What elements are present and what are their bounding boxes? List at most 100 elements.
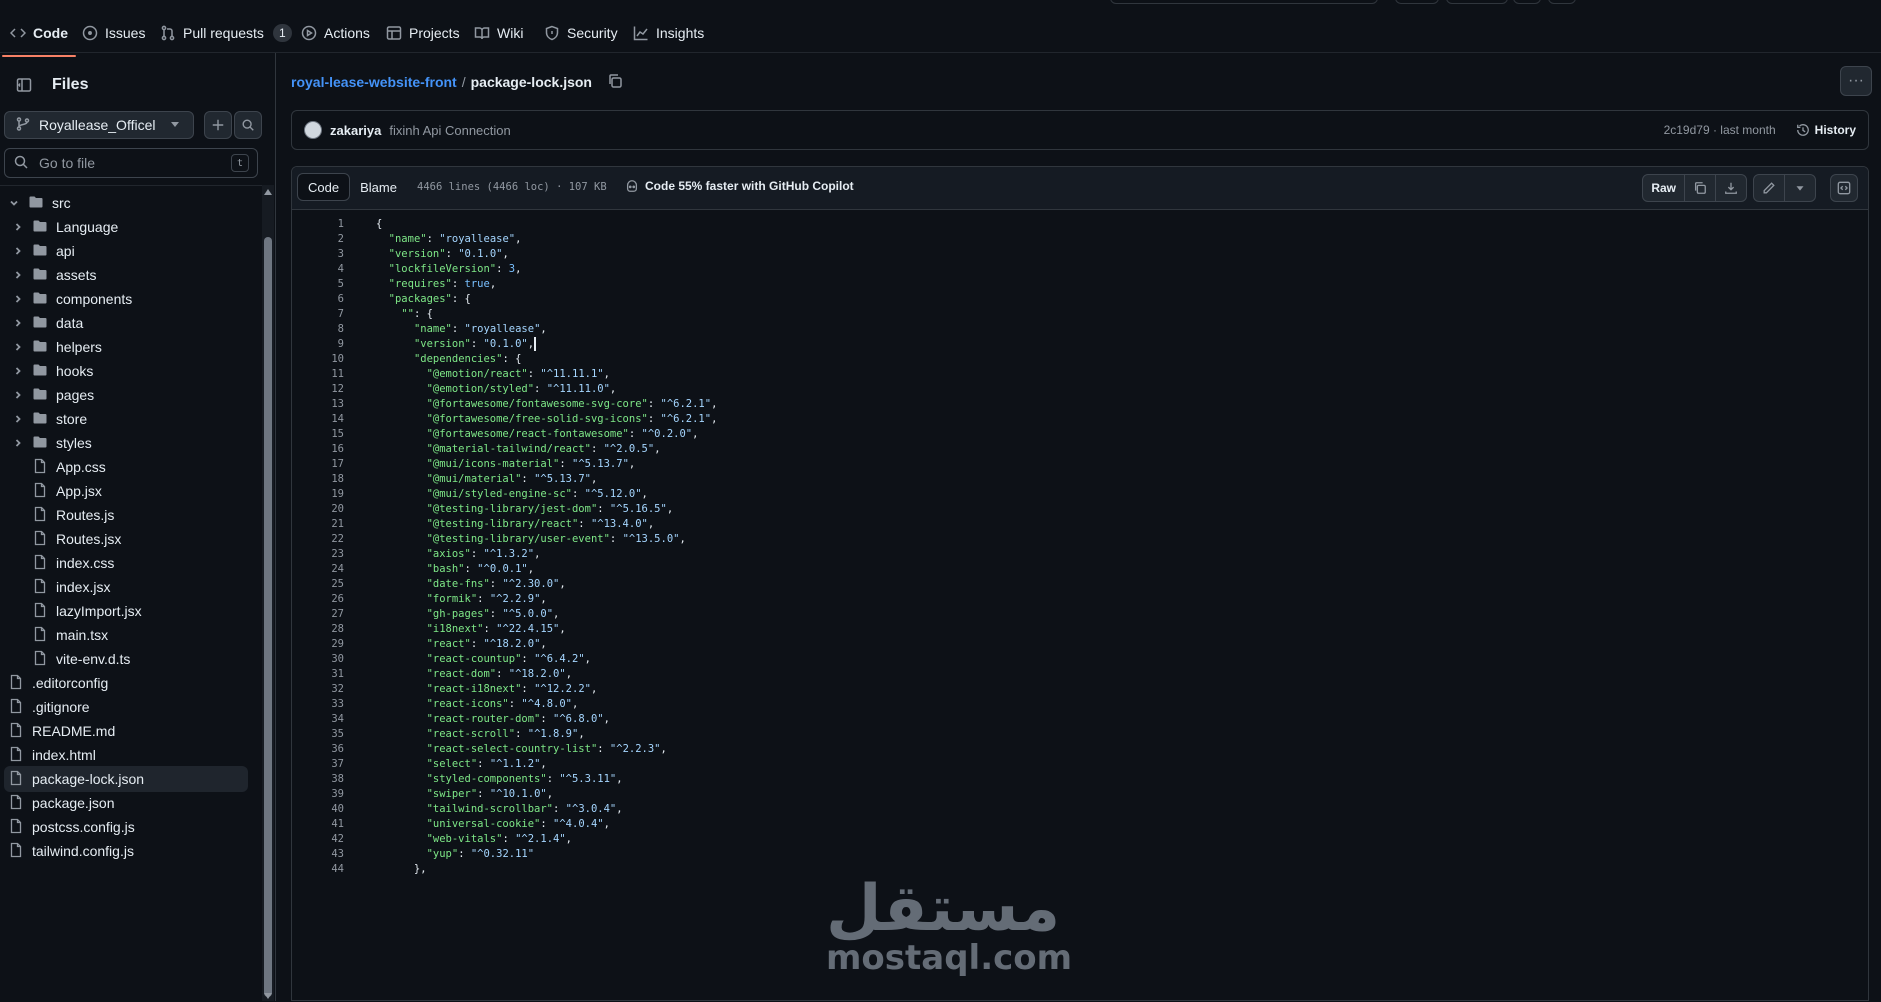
branch-selector[interactable]: Royallease_Officel bbox=[4, 111, 194, 139]
scroll-down-arrow[interactable] bbox=[264, 993, 272, 999]
scrollbar-thumb[interactable] bbox=[264, 237, 272, 997]
line-number[interactable]: 38 bbox=[292, 773, 344, 785]
copy-path-button[interactable] bbox=[607, 73, 623, 92]
tree-folder[interactable]: pages bbox=[4, 382, 248, 408]
line-number[interactable]: 26 bbox=[292, 593, 344, 605]
go-to-file-field[interactable]: t bbox=[4, 148, 258, 178]
tab-wiki[interactable]: Wiki bbox=[474, 18, 523, 48]
tree-file[interactable]: Routes.js bbox=[4, 502, 248, 528]
line-number[interactable]: 4 bbox=[292, 263, 344, 275]
line-number[interactable]: 2 bbox=[292, 233, 344, 245]
header-button-edge[interactable] bbox=[1395, 0, 1439, 4]
tree-file[interactable]: tailwind.config.js bbox=[4, 838, 248, 864]
tree-folder[interactable]: styles bbox=[4, 430, 248, 456]
tree-file[interactable]: main.tsx bbox=[4, 622, 248, 648]
line-number[interactable]: 34 bbox=[292, 713, 344, 725]
line-number[interactable]: 8 bbox=[292, 323, 344, 335]
edit-options-button[interactable] bbox=[1785, 175, 1815, 201]
chevron-right-icon[interactable] bbox=[12, 341, 24, 353]
scroll-up-arrow[interactable] bbox=[264, 189, 272, 195]
line-number[interactable]: 16 bbox=[292, 443, 344, 455]
add-file-button[interactable] bbox=[204, 111, 232, 139]
line-number[interactable]: 5 bbox=[292, 278, 344, 290]
edit-file-button[interactable] bbox=[1754, 175, 1785, 201]
header-button-edge[interactable] bbox=[1446, 0, 1508, 4]
line-number[interactable]: 35 bbox=[292, 728, 344, 740]
code-view-button[interactable]: Code bbox=[297, 173, 351, 201]
raw-button[interactable]: Raw bbox=[1643, 175, 1685, 201]
tab-security[interactable]: Security bbox=[544, 18, 618, 48]
chevron-right-icon[interactable] bbox=[12, 269, 24, 281]
line-number[interactable]: 30 bbox=[292, 653, 344, 665]
line-number[interactable]: 24 bbox=[292, 563, 344, 575]
line-number[interactable]: 6 bbox=[292, 293, 344, 305]
line-number[interactable]: 43 bbox=[292, 848, 344, 860]
line-number[interactable]: 10 bbox=[292, 353, 344, 365]
line-number[interactable]: 21 bbox=[292, 518, 344, 530]
tab-actions[interactable]: Actions bbox=[301, 18, 370, 48]
tree-file[interactable]: index.css bbox=[4, 550, 248, 576]
go-to-file-input[interactable] bbox=[37, 154, 223, 172]
line-number[interactable]: 41 bbox=[292, 818, 344, 830]
line-number[interactable]: 25 bbox=[292, 578, 344, 590]
tab-issues[interactable]: Issues bbox=[82, 18, 145, 48]
chevron-right-icon[interactable] bbox=[12, 317, 24, 329]
tree-file[interactable]: .editorconfig bbox=[4, 670, 248, 696]
search-files-button[interactable] bbox=[234, 111, 262, 139]
tree-folder[interactable]: helpers bbox=[4, 334, 248, 360]
tree-folder[interactable]: store bbox=[4, 406, 248, 432]
tab-code[interactable]: Code bbox=[2, 18, 76, 57]
tree-file[interactable]: lazyImport.jsx bbox=[4, 598, 248, 624]
tree-file[interactable]: App.jsx bbox=[4, 478, 248, 504]
line-number[interactable]: 28 bbox=[292, 623, 344, 635]
commit-author[interactable]: zakariya bbox=[330, 123, 381, 138]
line-number[interactable]: 7 bbox=[292, 308, 344, 320]
line-number[interactable]: 19 bbox=[292, 488, 344, 500]
tree-folder[interactable]: components bbox=[4, 286, 248, 312]
line-number[interactable]: 3 bbox=[292, 248, 344, 260]
tree-folder[interactable]: hooks bbox=[4, 358, 248, 384]
line-number[interactable]: 27 bbox=[292, 608, 344, 620]
header-button-edge[interactable] bbox=[1513, 0, 1541, 4]
tree-file[interactable]: Routes.jsx bbox=[4, 526, 248, 552]
tree-folder[interactable]: src bbox=[4, 190, 248, 216]
tab-insights[interactable]: Insights bbox=[633, 18, 704, 48]
line-number[interactable]: 40 bbox=[292, 803, 344, 815]
line-number[interactable]: 1 bbox=[292, 218, 344, 230]
tree-file[interactable]: package.json bbox=[4, 790, 248, 816]
collapse-sidebar-button[interactable] bbox=[8, 71, 40, 99]
line-number[interactable]: 14 bbox=[292, 413, 344, 425]
tree-file[interactable]: package-lock.json bbox=[4, 766, 248, 792]
download-button[interactable] bbox=[1716, 175, 1746, 201]
line-number[interactable]: 12 bbox=[292, 383, 344, 395]
chevron-down-icon[interactable] bbox=[8, 197, 20, 209]
file-tree-scrollbar[interactable] bbox=[262, 185, 274, 1001]
line-number[interactable]: 20 bbox=[292, 503, 344, 515]
header-button-edge[interactable] bbox=[1548, 0, 1576, 4]
blame-view-button[interactable]: Blame bbox=[350, 173, 407, 201]
line-number[interactable]: 13 bbox=[292, 398, 344, 410]
commit-message[interactable]: fixinh Api Connection bbox=[389, 123, 1655, 138]
breadcrumb-repo-link[interactable]: royal-lease-website-front bbox=[291, 74, 457, 90]
tree-folder[interactable]: assets bbox=[4, 262, 248, 288]
line-number[interactable]: 22 bbox=[292, 533, 344, 545]
line-number[interactable]: 42 bbox=[292, 833, 344, 845]
chevron-right-icon[interactable] bbox=[12, 413, 24, 425]
tree-file[interactable]: index.jsx bbox=[4, 574, 248, 600]
chevron-right-icon[interactable] bbox=[12, 389, 24, 401]
line-number[interactable]: 17 bbox=[292, 458, 344, 470]
line-number[interactable]: 15 bbox=[292, 428, 344, 440]
copy-raw-button[interactable] bbox=[1685, 175, 1716, 201]
code-view[interactable]: 1 {2 "name": "royallease", 3 "version": "0… bbox=[292, 210, 1868, 1000]
tree-folder[interactable]: api bbox=[4, 238, 248, 264]
chevron-right-icon[interactable] bbox=[12, 365, 24, 377]
search-box-edge[interactable] bbox=[1110, 0, 1378, 4]
tree-file[interactable]: index.html bbox=[4, 742, 248, 768]
line-number[interactable]: 11 bbox=[292, 368, 344, 380]
line-number[interactable]: 9 bbox=[292, 338, 344, 350]
line-number[interactable]: 33 bbox=[292, 698, 344, 710]
commit-sha-time[interactable]: 2c19d79 · last month bbox=[1664, 123, 1776, 137]
line-number[interactable]: 37 bbox=[292, 758, 344, 770]
tree-file[interactable]: postcss.config.js bbox=[4, 814, 248, 840]
tree-file[interactable]: App.css bbox=[4, 454, 248, 480]
